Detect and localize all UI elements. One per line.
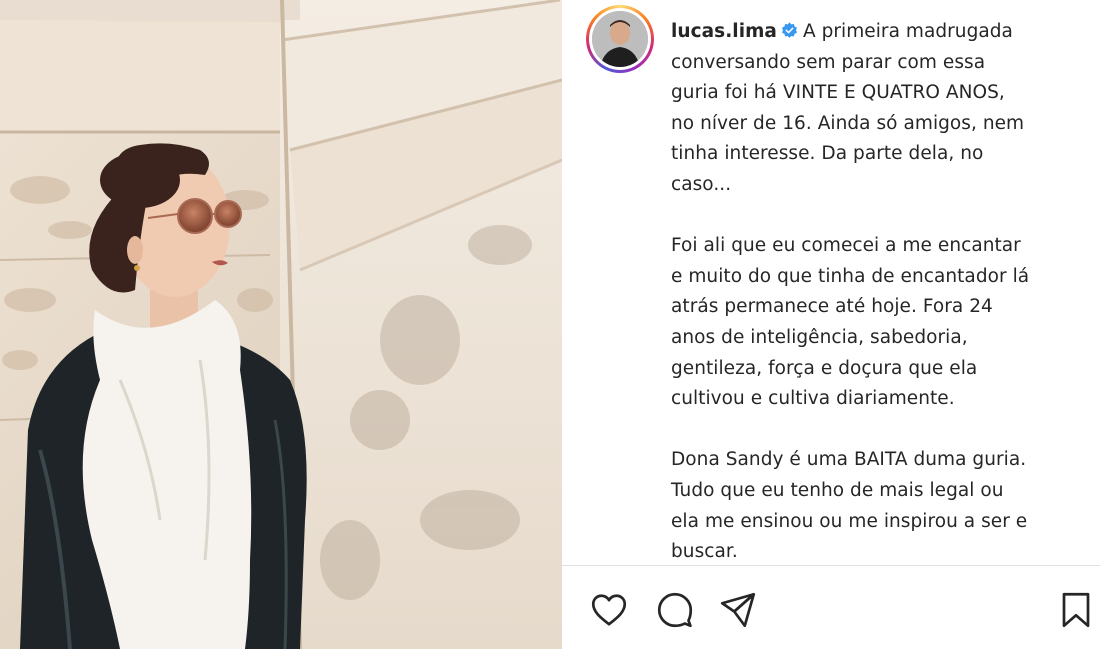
caption-line: anos de inteligência, sabedoria, [671, 326, 968, 348]
verified-badge-icon [781, 22, 797, 38]
post-side-panel: lucas.lima A primeira madrugada conversan… [562, 0, 1100, 649]
username-link[interactable]: lucas.lima [671, 21, 777, 42]
avatar-image [592, 11, 648, 67]
caption-line: gentileza, força e doçura que ela [671, 357, 978, 379]
like-button[interactable] [589, 590, 629, 630]
story-ring[interactable] [586, 5, 654, 73]
save-button[interactable] [1056, 590, 1096, 630]
caption-line: A primeira madrugada [802, 21, 1013, 42]
caption-line: atrás permanece até hoje. Fora 24 [671, 296, 993, 318]
share-button[interactable] [718, 590, 758, 630]
comment-icon [657, 592, 693, 628]
avatar[interactable] [592, 11, 648, 67]
caption-line: caso... [671, 173, 732, 195]
caption-line: cultivou e cultiva diariamente. [671, 388, 955, 410]
instagram-post: lucas.lima A primeira madrugada conversan… [0, 0, 1100, 649]
caption-line: conversando sem parar com essa [671, 51, 986, 73]
caption-area[interactable]: lucas.lima A primeira madrugada conversan… [586, 0, 1090, 565]
post-photo[interactable] [0, 0, 562, 649]
bookmark-icon [1062, 592, 1090, 628]
caption-line: Tudo que eu tenho de mais legal ou [671, 479, 1004, 501]
caption-line: e muito do que tinha de encantador lá [671, 265, 1030, 287]
post-caption: lucas.lima A primeira madrugada conversan… [671, 17, 1090, 565]
caption-line: ela me ensinou ou me inspirou a ser e [671, 510, 1028, 532]
action-bar [562, 566, 1100, 649]
send-icon [720, 592, 756, 628]
caption-line: guria foi há VINTE E QUATRO ANOS, [671, 82, 1005, 104]
comment-button[interactable] [655, 590, 695, 630]
caption-line: tinha interesse. Da parte dela, no [671, 143, 984, 165]
post-image [0, 0, 562, 649]
caption-line: no níver de 16. Ainda só amigos, nem [671, 112, 1025, 134]
caption-line: Foi ali que eu comecei a me encantar [671, 235, 1021, 257]
caption-line: Dona Sandy é uma BAITA duma guria. [671, 449, 1027, 471]
caption-line: buscar. [671, 541, 738, 563]
heart-icon [591, 594, 627, 626]
